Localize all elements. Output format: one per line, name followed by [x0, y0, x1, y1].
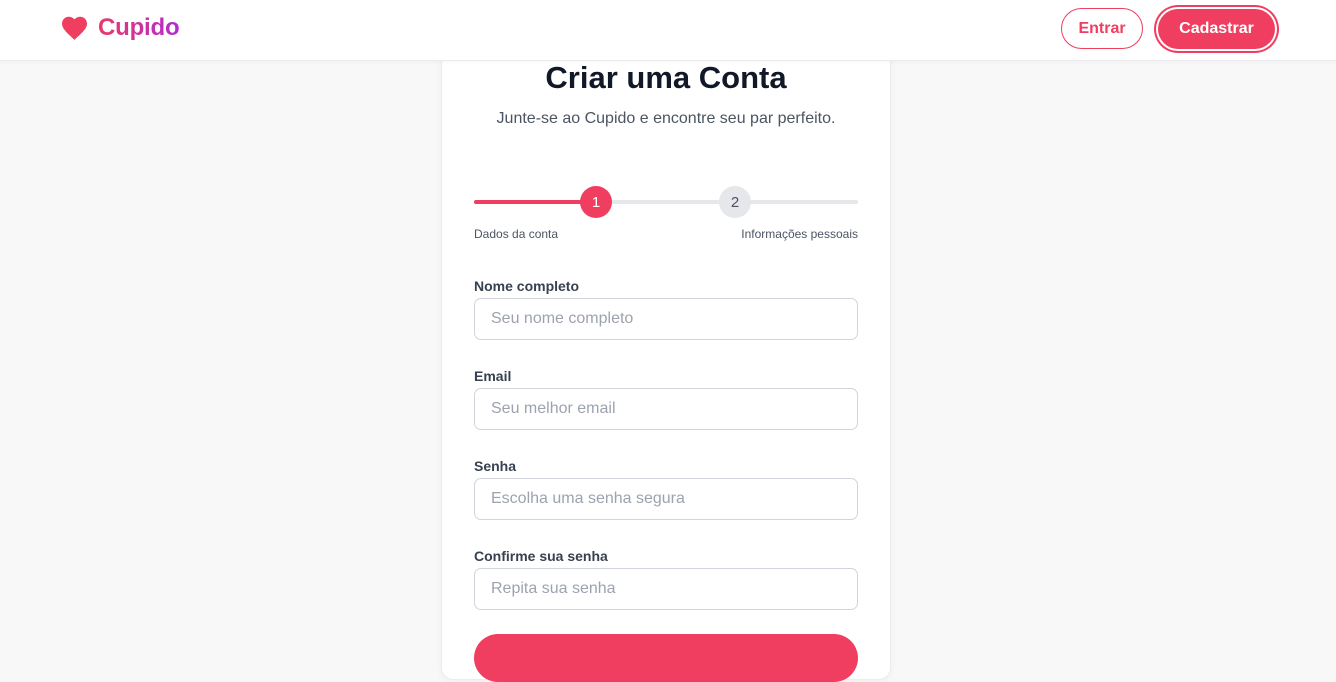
step-2-indicator: 2: [719, 186, 751, 218]
heart-icon: [62, 16, 87, 40]
email-input[interactable]: [474, 388, 858, 430]
top-navbar: Cupido Entrar Cadastrar: [0, 0, 1336, 61]
login-button[interactable]: Entrar: [1061, 8, 1143, 49]
brand-name: Cupido: [98, 14, 180, 41]
password-field: Senha: [474, 456, 858, 520]
step-1-label: Dados da conta: [474, 227, 559, 241]
confirm-password-field: Confirme sua senha: [474, 546, 858, 610]
email-label: Email: [474, 368, 512, 384]
signup-button[interactable]: Cadastrar: [1156, 7, 1277, 51]
stepper-progress: [474, 200, 596, 204]
full-name-input[interactable]: [474, 298, 858, 340]
password-input[interactable]: [474, 478, 858, 520]
signup-stepper: 1 2 Dados da conta Informações pessoais: [474, 186, 858, 246]
page-subtitle: Junte-se ao Cupido e encontre seu par pe…: [496, 110, 836, 127]
password-label: Senha: [474, 458, 517, 474]
step-1-indicator: 1: [580, 186, 612, 218]
next-step-button[interactable]: [474, 634, 858, 682]
confirm-password-input[interactable]: [474, 568, 858, 610]
page-title: Criar uma Conta: [545, 60, 787, 95]
step-2-label: Informações pessoais: [741, 227, 858, 241]
email-field: Email: [474, 366, 858, 430]
confirm-password-label: Confirme sua senha: [474, 548, 608, 564]
full-name-label: Nome completo: [474, 278, 580, 294]
brand-logo[interactable]: Cupido: [59, 13, 180, 43]
full-name-field: Nome completo: [474, 276, 858, 340]
